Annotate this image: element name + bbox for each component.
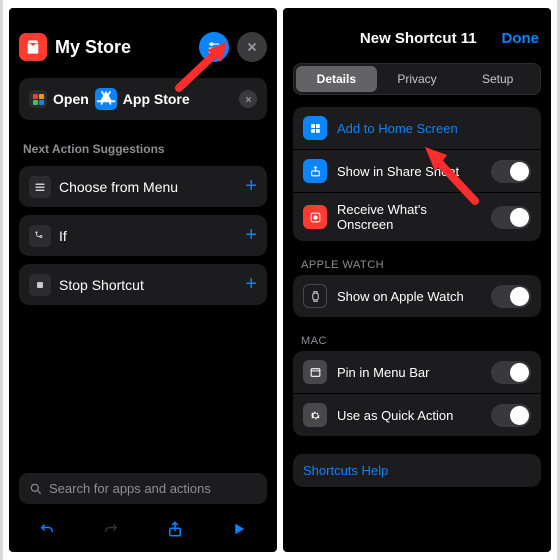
row-label: Add to Home Screen <box>337 121 531 136</box>
menubar-icon <box>303 360 327 384</box>
home-icon <box>303 116 327 140</box>
plus-icon: + <box>245 224 257 247</box>
header: My Store <box>9 8 277 72</box>
branch-icon <box>29 225 51 247</box>
pin-row[interactable]: Pin in Menu Bar <box>293 351 541 394</box>
suggestion-label: If <box>59 228 237 244</box>
suggestion-row[interactable]: If + <box>19 215 267 256</box>
stop-icon <box>29 274 51 296</box>
remove-action-button[interactable] <box>239 90 257 108</box>
open-action[interactable]: Open App Store <box>19 78 267 120</box>
toggle-switch[interactable] <box>491 160 531 183</box>
search-input[interactable]: Search for apps and actions <box>19 473 267 504</box>
watch-icon <box>303 284 327 308</box>
row-label: Shortcuts Help <box>303 463 531 478</box>
onscreen-row[interactable]: Receive What's Onscreen <box>293 193 541 241</box>
quick-row[interactable]: Use as Quick Action <box>293 394 541 436</box>
details-screen: New Shortcut 11 Done Details Privacy Set… <box>283 8 551 552</box>
share-button[interactable] <box>164 518 186 540</box>
nav-bar: New Shortcut 11 Done <box>283 8 551 55</box>
settings-button[interactable] <box>199 32 229 62</box>
suggestion-row[interactable]: Choose from Menu + <box>19 166 267 207</box>
suggestion-label: Choose from Menu <box>59 179 237 195</box>
toggle-switch[interactable] <box>491 206 531 229</box>
toggle-switch[interactable] <box>491 285 531 308</box>
plus-icon: + <box>245 273 257 296</box>
editor-screen: My Store Open App Store Next Action Sugg… <box>9 8 277 552</box>
undo-button[interactable] <box>36 518 58 540</box>
shortcut-icon[interactable] <box>19 33 47 61</box>
search-icon <box>29 482 43 496</box>
watch-group: Show on Apple Watch <box>293 275 541 317</box>
row-label: Show in Share Sheet <box>337 164 481 179</box>
add-home-screen-row[interactable]: Add to Home Screen <box>293 107 541 150</box>
done-button[interactable]: Done <box>502 30 540 47</box>
row-label: Show on Apple Watch <box>337 289 481 304</box>
appstore-icon <box>95 88 117 110</box>
tab-privacy[interactable]: Privacy <box>377 66 458 92</box>
toolbar <box>9 508 277 552</box>
suggestions-header: Next Action Suggestions <box>9 126 277 162</box>
row-label: Use as Quick Action <box>337 408 481 423</box>
suggestion-label: Stop Shortcut <box>59 277 237 293</box>
watch-header: APPLE WATCH <box>283 249 551 275</box>
tab-setup[interactable]: Setup <box>457 66 538 92</box>
grid-icon <box>29 90 47 108</box>
suggestion-row[interactable]: Stop Shortcut + <box>19 264 267 305</box>
open-label: Open <box>53 91 89 107</box>
redo-button[interactable] <box>100 518 122 540</box>
main-group: Add to Home Screen Show in Share Sheet R… <box>293 107 541 241</box>
help-group: Shortcuts Help <box>293 454 541 487</box>
mac-group: Pin in Menu Bar Use as Quick Action <box>293 351 541 436</box>
nav-title: New Shortcut 11 <box>335 30 502 47</box>
close-button[interactable] <box>237 32 267 62</box>
plus-icon: + <box>245 175 257 198</box>
mac-header: MAC <box>283 325 551 351</box>
gear-icon <box>303 403 327 427</box>
share-sheet-row[interactable]: Show in Share Sheet <box>293 150 541 193</box>
toggle-switch[interactable] <box>491 404 531 427</box>
menu-icon <box>29 176 51 198</box>
row-label: Pin in Menu Bar <box>337 365 481 380</box>
toggle-switch[interactable] <box>491 361 531 384</box>
help-row[interactable]: Shortcuts Help <box>293 454 541 487</box>
row-label: Receive What's Onscreen <box>337 202 481 232</box>
segmented-control[interactable]: Details Privacy Setup <box>293 63 541 95</box>
shortcut-title[interactable]: My Store <box>55 37 191 58</box>
open-target[interactable]: App Store <box>123 91 190 107</box>
watch-row[interactable]: Show on Apple Watch <box>293 275 541 317</box>
onscreen-icon <box>303 205 327 229</box>
share-icon <box>303 159 327 183</box>
search-placeholder: Search for apps and actions <box>49 481 211 496</box>
play-button[interactable] <box>228 518 250 540</box>
tab-details[interactable]: Details <box>296 66 377 92</box>
